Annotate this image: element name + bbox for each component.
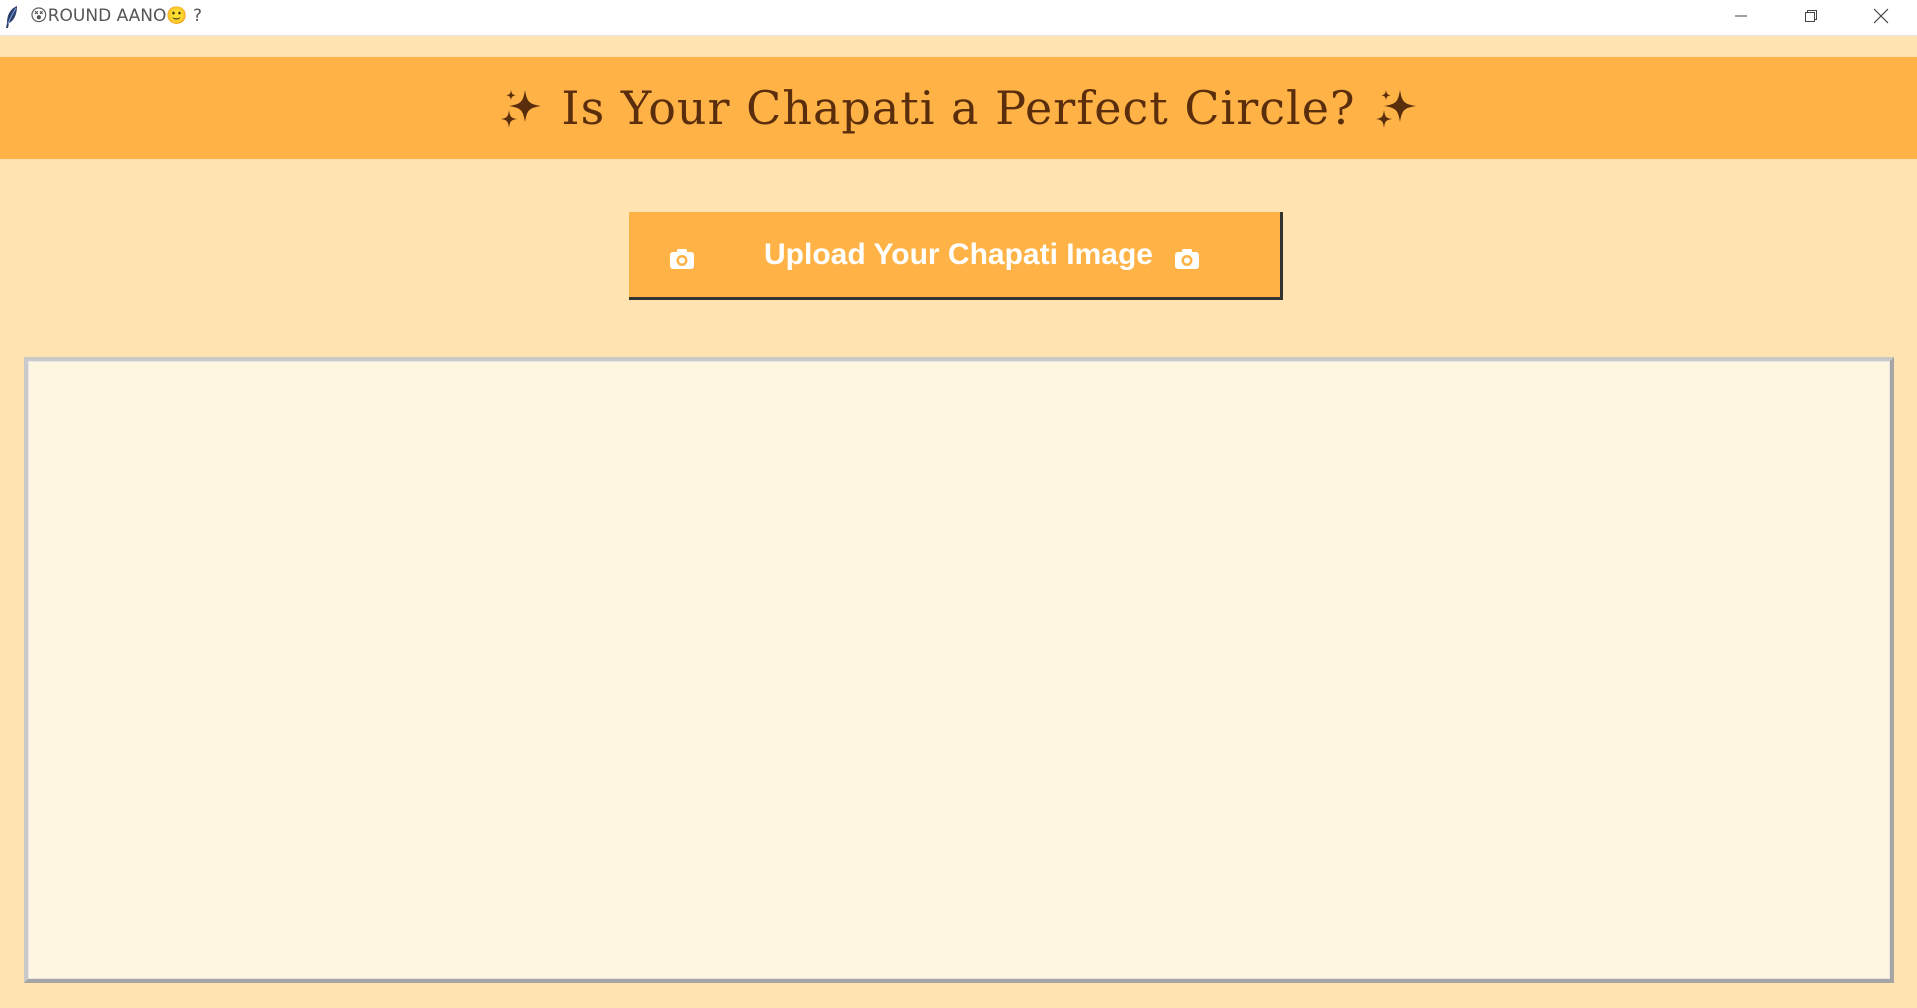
minimize-button[interactable] bbox=[1710, 0, 1772, 35]
window-title: 😵ROUND AANO🙂 ? bbox=[30, 6, 202, 26]
restore-icon bbox=[1804, 8, 1818, 27]
camera-icon bbox=[669, 248, 695, 270]
header-content: Is Your Chapati a Perfect Circle? bbox=[499, 81, 1417, 135]
camera-icon bbox=[1174, 248, 1200, 270]
minimize-icon bbox=[1734, 8, 1748, 27]
upload-button-label: Upload Your Chapati Image bbox=[764, 237, 1153, 271]
sparkle-icon bbox=[499, 86, 543, 130]
header-banner: Is Your Chapati a Perfect Circle? bbox=[0, 57, 1917, 159]
upload-image-button[interactable]: Upload Your Chapati Image bbox=[629, 212, 1283, 300]
app-window: 😵ROUND AANO🙂 ? Is Your Chapati a Perfect… bbox=[0, 0, 1917, 1008]
close-button[interactable] bbox=[1850, 0, 1912, 35]
title-bar[interactable]: 😵ROUND AANO🙂 ? bbox=[0, 0, 1917, 36]
feather-icon bbox=[4, 5, 20, 29]
top-strip bbox=[0, 36, 1917, 57]
image-display-panel bbox=[24, 357, 1894, 983]
close-icon bbox=[1873, 8, 1889, 28]
sparkle-icon bbox=[1374, 86, 1418, 130]
page-title: Is Your Chapati a Perfect Circle? bbox=[561, 81, 1356, 135]
restore-button[interactable] bbox=[1780, 0, 1842, 35]
